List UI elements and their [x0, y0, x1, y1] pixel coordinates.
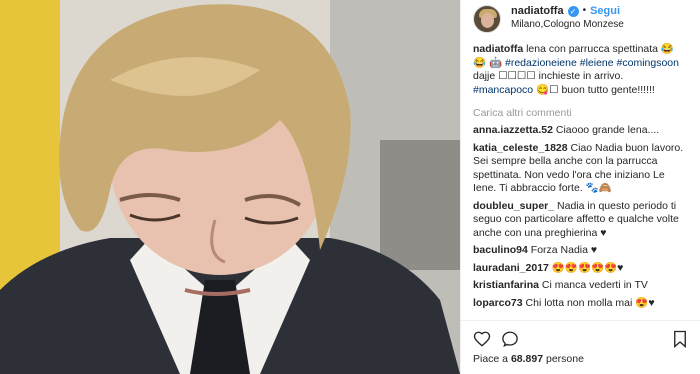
comment-text: Forza Nadia ♥	[530, 244, 598, 256]
follow-button[interactable]: Segui	[590, 4, 620, 18]
hashtag-link[interactable]: #mancapoco	[473, 84, 533, 96]
comment-item: loparco73 Chi lotta non molla mai 😍♥	[473, 297, 689, 311]
comment-text: Chi lotta non molla mai 😍♥	[525, 296, 655, 309]
load-more-comments-button[interactable]: Carica altri commenti	[473, 106, 689, 120]
location-link[interactable]: Milano,Cologno Monzese	[511, 18, 624, 32]
caption-text-3: dajje ☐☐☐☐ inchieste in arrivo.	[473, 70, 624, 82]
caption-username[interactable]: nadiatoffa	[473, 43, 523, 55]
post-actions-bar	[461, 320, 700, 350]
post-photo[interactable]	[0, 0, 460, 374]
likes-prefix: Piace a	[473, 353, 509, 365]
likes-count[interactable]: Piace a 68.897 persone	[473, 352, 584, 366]
post-sidebar: nadiatoffa ✓ • Segui Milano,Cologno Monz…	[460, 0, 700, 374]
heart-icon[interactable]	[473, 330, 491, 348]
comment-item: doubleu_super_ Nadia in questo periodo t…	[473, 200, 689, 241]
post-caption: nadiatoffa lena con parrucca spettinata …	[473, 43, 689, 97]
comments-section: nadiatoffa lena con parrucca spettinata …	[461, 39, 700, 310]
comment-text: 😍😍😍😍😍♥	[551, 261, 624, 274]
hashtag-link[interactable]: #comingsoon	[617, 57, 679, 69]
photo-illustration	[0, 0, 460, 374]
comment-item: katia_celeste_1828 Ciao Nadia buon lavor…	[473, 142, 689, 196]
caption-text-1: lena con parrucca spettinata 😂	[526, 43, 675, 55]
comment-username[interactable]: doubleu_super_	[473, 200, 554, 212]
post-header: nadiatoffa ✓ • Segui Milano,Cologno Monz…	[461, 0, 700, 38]
caption-text-4: 😋☐ buon tutto gente!!!!!!	[536, 83, 655, 96]
header-username[interactable]: nadiatoffa	[511, 4, 564, 18]
comment-username[interactable]: baculino94	[473, 244, 528, 256]
verified-badge-icon: ✓	[567, 5, 579, 17]
comment-username[interactable]: kristianfarina	[473, 279, 539, 291]
comment-username[interactable]: anna.iazzetta.52	[473, 124, 553, 136]
comment-username[interactable]: lauradani_2017	[473, 262, 549, 274]
comment-text: Ci manca vederti in TV	[541, 279, 648, 291]
likes-number: 68.897	[510, 353, 544, 365]
comment-item: kristianfarina Ci manca vederti in TV	[473, 279, 689, 293]
comment-text: Ciaooo grande lena....	[555, 124, 660, 136]
separator-dot: •	[582, 5, 587, 16]
comment-username[interactable]: loparco73	[473, 297, 523, 309]
comment-username[interactable]: katia_celeste_1828	[473, 142, 568, 154]
likes-suffix: persone	[546, 353, 584, 365]
comment-item: anna.iazzetta.52 Ciaooo grande lena....	[473, 124, 689, 138]
comment-item: lauradani_2017 😍😍😍😍😍♥	[473, 262, 689, 276]
hashtag-link[interactable]: #leiene	[580, 57, 614, 69]
comment-item: baculino94 Forza Nadia ♥	[473, 244, 689, 258]
comment-icon[interactable]	[501, 330, 519, 348]
bookmark-icon[interactable]	[671, 330, 689, 348]
avatar[interactable]	[473, 5, 501, 33]
caption-text-2: 😂 🤖	[473, 56, 503, 69]
hashtag-link[interactable]: #redazioneiene	[505, 57, 577, 69]
